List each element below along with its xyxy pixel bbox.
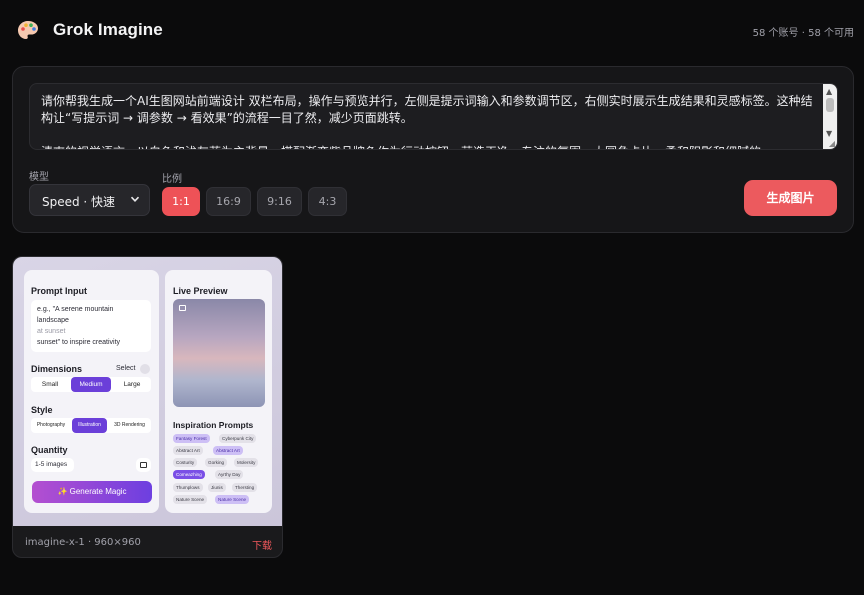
mockup-inspiration-heading: Inspiration Prompts xyxy=(173,420,254,430)
mockup-dimension-medium: Medium xyxy=(71,377,111,392)
app-header: Grok Imagine 58 个账号 · 58 个可用 xyxy=(0,0,864,62)
mockup-tag: Nature Scene xyxy=(215,495,250,504)
mockup-dimensions-heading: Dimensions xyxy=(31,364,83,374)
mockup-image-icon xyxy=(179,305,186,311)
palette-icon xyxy=(18,21,38,39)
mockup-dimensions-select: Select xyxy=(116,365,136,372)
prompt-text[interactable]: 请你帮我生成一个AI生图网站前端设计 双栏布局，操作与预览并行，左侧是提示词输入… xyxy=(41,93,816,149)
scroll-down-arrow-icon[interactable]: ▼ xyxy=(826,129,832,138)
mockup-quantity-heading: Quantity xyxy=(31,445,68,455)
mockup-prompt-heading: Prompt Input xyxy=(31,286,87,296)
ratio-option-9-16[interactable]: 9:16 xyxy=(257,187,302,216)
mockup-quantity-box: 1-5 images xyxy=(31,458,74,472)
mockup-tag: Costurity xyxy=(173,458,198,467)
result-card-footer: imagine-x-1 · 960×960 下载 xyxy=(13,526,282,557)
mockup-dimensions-segmented: Small Medium Large xyxy=(31,377,151,392)
resize-grip-icon[interactable]: ◢ xyxy=(829,139,835,148)
generated-image[interactable]: Prompt Input e.g., "A serene mountain la… xyxy=(13,257,282,526)
mockup-style-3d: 3D Rendering xyxy=(114,422,145,428)
result-card[interactable]: Prompt Input e.g., "A serene mountain la… xyxy=(12,256,283,558)
mockup-prompt-line: e.g., "A serene mountain xyxy=(37,306,114,313)
mockup-tag: Comeazhing xyxy=(173,470,205,479)
ratio-option-1-1[interactable]: 1:1 xyxy=(162,187,200,216)
mockup-style-segmented: Photography Illustration 3D Rendering xyxy=(31,418,151,433)
prompt-scrollbar[interactable]: ▲ ▼ ◢ xyxy=(823,84,837,149)
ratio-option-16-9[interactable]: 16:9 xyxy=(206,187,251,216)
mockup-tag: Cyberpunk City xyxy=(219,434,257,443)
scroll-thumb[interactable] xyxy=(826,98,834,112)
account-status: 58 个账号 · 58 个可用 xyxy=(752,28,854,39)
mockup-tag: Thumplows xyxy=(173,483,203,492)
mockup-prompt-box: e.g., "A serene mountain landscape at su… xyxy=(31,300,151,352)
mockup-prompt-line: at sunset xyxy=(37,328,66,335)
model-label: 模型 xyxy=(29,172,49,183)
mockup-preview-heading: Live Preview xyxy=(173,286,228,296)
mockup-style-heading: Style xyxy=(31,405,53,415)
mockup-tag: Fantasy Forest xyxy=(173,434,210,443)
mockup-quantity-value: 1-5 images xyxy=(35,461,68,468)
mockup-prompt-line: landscape xyxy=(37,317,69,324)
mockup-quantity-icon xyxy=(136,458,151,472)
mockup-left-panel: Prompt Input e.g., "A serene mountain la… xyxy=(24,270,159,513)
download-link[interactable]: 下载 xyxy=(252,537,272,552)
mockup-tag: Nature Scene xyxy=(173,495,208,504)
mockup-style-photography: Photography xyxy=(36,422,66,428)
mockup-tag: Abstract Art xyxy=(213,446,243,455)
chevron-down-icon xyxy=(130,196,140,202)
model-select[interactable]: Speed · 快速 xyxy=(29,184,150,216)
mockup-tag: Molersity xyxy=(234,458,259,467)
generation-panel: 请你帮我生成一个AI生图网站前端设计 双栏布局，操作与预览并行，左侧是提示词输入… xyxy=(12,66,854,233)
mockup-tag: Ayrthy Day xyxy=(215,470,244,479)
scroll-up-arrow-icon[interactable]: ▲ xyxy=(826,87,832,96)
model-selected-value: Speed · 快速 xyxy=(42,195,116,209)
mockup-tag: Abstract Art xyxy=(173,446,203,455)
mockup-dimension-large: Large xyxy=(123,381,141,388)
generate-image-button[interactable]: 生成图片 xyxy=(744,180,837,216)
result-meta: imagine-x-1 · 960×960 xyxy=(25,537,141,548)
mockup-tag: Gorking xyxy=(205,458,228,467)
prompt-textarea[interactable]: 请你帮我生成一个AI生图网站前端设计 双栏布局，操作与预览并行，左侧是提示词输入… xyxy=(29,83,838,150)
mockup-dimension-small: Small xyxy=(41,381,59,388)
mockup-right-panel: Live Preview Inspiration Prompts Fantasy… xyxy=(165,270,272,513)
ratio-option-4-3[interactable]: 4:3 xyxy=(308,187,347,216)
mockup-chevron-icon xyxy=(140,364,150,374)
mockup-style-illustration: Illustration xyxy=(72,418,107,433)
mockup-prompt-line: sunset" to inspire creativity xyxy=(37,339,121,346)
mockup-generate-magic-button: ✨ Generate Magic xyxy=(32,481,152,503)
mockup-tag: Jiunis xyxy=(208,483,226,492)
mockup-tag: Thersting xyxy=(232,483,258,492)
ratio-label: 比例 xyxy=(162,174,182,185)
app-title: Grok Imagine xyxy=(53,20,163,39)
mockup-preview-image xyxy=(173,299,265,407)
